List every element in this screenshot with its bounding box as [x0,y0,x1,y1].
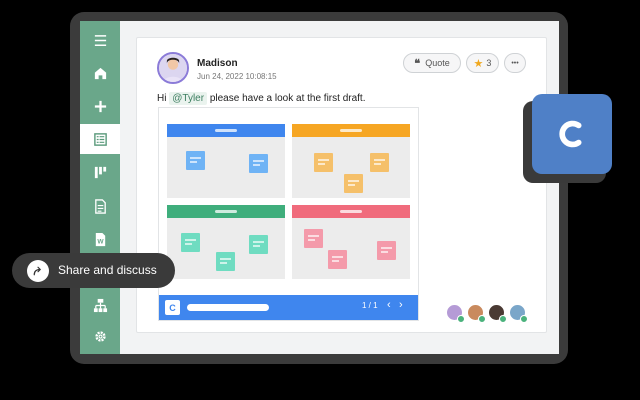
board-preview[interactable]: C 1 / 1 ‹ › [158,107,419,321]
avatar [446,304,465,323]
more-icon: ••• [511,59,519,67]
sticky-note [304,229,323,248]
quadrant-header [167,124,285,137]
more-button[interactable]: ••• [504,53,526,73]
avatar [157,52,189,84]
check-icon [478,315,486,323]
author-name: Madison [197,58,238,69]
quadrant-header [292,205,410,218]
sticky-note [249,235,268,254]
avatar [467,304,486,323]
page-indicator: 1 / 1 [362,301,378,310]
kanban-icon[interactable] [80,157,120,187]
svg-text:W: W [97,238,104,245]
check-icon [457,315,465,323]
chevron-left-icon[interactable]: ‹ [387,299,391,311]
share-icon [27,260,49,282]
app-window: W Madison Jun 24, 2022 10:08:15 ❝ Quote … [80,21,559,354]
board-quadrant-blue [167,124,285,198]
avatar [509,304,528,323]
check-icon [499,315,507,323]
document-icon[interactable] [80,191,120,221]
sticky-note [344,174,363,193]
post-timestamp: Jun 24, 2022 10:08:15 [197,72,277,81]
avatar [488,304,507,323]
post-card: Madison Jun 24, 2022 10:08:15 ❝ Quote ★ … [136,37,547,333]
check-icon [520,315,528,323]
sticky-note [249,154,268,173]
menu-icon[interactable] [80,25,120,55]
board-quadrant-pink [292,205,410,279]
mention-tag[interactable]: @Tyler [169,92,208,105]
board-quadrant-orange [292,124,410,198]
message-text: Hi @Tyler please have a look at the firs… [157,92,366,105]
board-footer: C 1 / 1 ‹ › [159,295,418,320]
list-icon[interactable] [80,124,120,154]
sticky-note [186,151,205,170]
plus-icon[interactable] [80,91,120,121]
word-icon[interactable]: W [80,224,120,254]
message-prefix: Hi [157,93,170,104]
app-logo-icon[interactable] [532,94,612,174]
settings-icon[interactable] [80,321,120,351]
star-button[interactable]: ★ 3 [466,53,499,73]
main-area: Madison Jun 24, 2022 10:08:15 ❝ Quote ★ … [120,21,559,354]
star-icon: ★ [473,57,484,70]
quote-icon: ❝ [414,57,421,70]
share-and-discuss-button[interactable]: Share and discuss [12,253,175,288]
sticky-note [377,241,396,260]
quadrant-header [292,124,410,137]
board-title-bar [187,304,269,311]
quadrant-header [167,205,285,218]
sticky-note [181,233,200,252]
share-label: Share and discuss [58,263,157,277]
board-quadrant-green [167,205,285,279]
sticky-note [328,250,347,269]
quote-label: Quote [425,58,450,68]
quote-button[interactable]: ❝ Quote [403,53,461,73]
sitemap-icon[interactable] [80,290,120,320]
sticky-note [370,153,389,172]
app-logo-icon: C [165,300,180,315]
sticky-note [216,252,235,271]
home-icon[interactable] [80,58,120,88]
chevron-right-icon[interactable]: › [399,299,403,311]
participants [446,304,528,324]
star-count: 3 [486,58,492,68]
sticky-note [314,153,333,172]
sidebar: W [80,21,120,354]
message-suffix: please have a look at the first draft. [207,93,366,104]
